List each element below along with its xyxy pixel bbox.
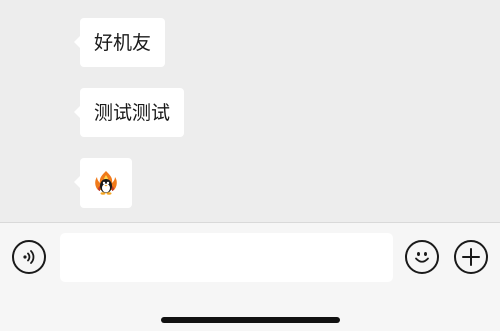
chat-input-bar [0,223,500,331]
penguin-fire-sticker-icon [95,171,117,195]
message-input[interactable] [60,233,393,282]
message-text: 测试测试 [94,101,171,124]
chat-message-list: 好机友 测试测试 [0,0,500,222]
message-text: 好机友 [94,31,152,54]
message-bubble[interactable]: 测试测试 [73,88,185,137]
emoji-icon [415,252,429,263]
home-indicator[interactable] [161,317,340,323]
more-button[interactable] [454,240,488,274]
plus-icon [462,248,480,266]
voice-button[interactable] [12,240,46,274]
voice-icon [23,250,35,264]
emoji-button[interactable] [405,240,439,274]
sticker-message-bubble[interactable] [74,158,132,208]
message-bubble[interactable]: 好机友 [73,18,166,67]
